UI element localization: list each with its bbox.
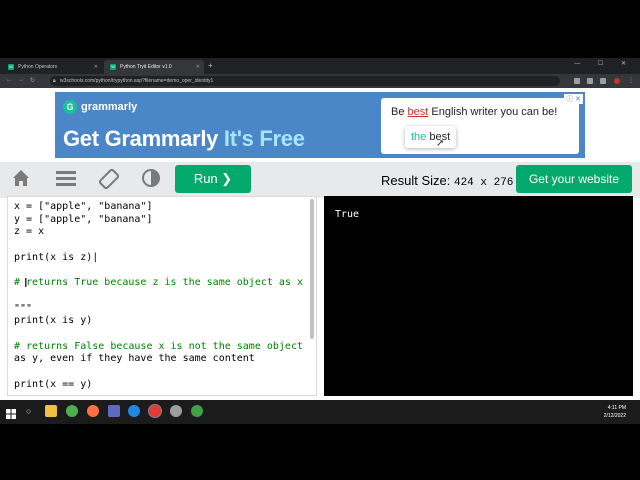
editor-scrollbar[interactable] xyxy=(310,199,314,339)
code-area[interactable]: x = ["apple", "banana"] y = ["apple", "ba… xyxy=(14,201,303,391)
rotate-icon[interactable] xyxy=(97,168,121,192)
text-cursor-ibeam-icon: I xyxy=(24,275,28,290)
edge-icon[interactable] xyxy=(128,405,140,417)
ad-suggest-green: the xyxy=(411,131,427,143)
result-output: True xyxy=(335,209,360,220)
ad-card-strike: best xyxy=(407,106,429,118)
code-line: y = ["apple", "banana"] xyxy=(14,213,153,225)
editor-toolbar: Run ❯ Result Size: 424 x 276 Get your we… xyxy=(0,162,640,198)
ad-card-sentence: Be best English writer you can be! xyxy=(391,106,557,118)
w3schools-favicon-icon: W xyxy=(110,64,116,70)
search-icon[interactable]: ○ xyxy=(26,405,38,417)
extension-icon[interactable] xyxy=(574,78,580,84)
result-panel: True xyxy=(324,196,633,396)
clock-date: 2/12/2022 xyxy=(603,413,626,419)
ad-info-close-icon[interactable]: ⓘ ✕ xyxy=(564,94,583,104)
extension-icon[interactable] xyxy=(587,78,593,84)
chrome-profile-icon[interactable] xyxy=(191,405,203,417)
windows-start-icon[interactable] xyxy=(6,406,16,419)
ad-card-suffix: English writer you can be! xyxy=(428,106,558,118)
reload-icon[interactable]: ↻ xyxy=(30,77,35,84)
windows-taskbar: ○ 4:11 PM 2/12/2022 xyxy=(0,400,640,424)
grammarly-ad-banner[interactable]: G grammarly Get Grammarly It's Free Be b… xyxy=(55,92,585,158)
tab-python-operators[interactable]: W Python Operators ✕ xyxy=(2,60,102,74)
screen: W Python Operators ✕ W Python Tryit Edit… xyxy=(0,0,640,480)
url-field[interactable]: 🔒︎ w3schools.com/python/trypython.asp?fi… xyxy=(50,76,560,86)
mouse-pointer-icon: ➚ xyxy=(436,138,445,149)
tab-label: Python Tryit Editor v1.0 xyxy=(120,64,172,70)
ad-headline-accent: It's Free xyxy=(223,126,305,151)
code-comment-line: # returns False because x is not the sam… xyxy=(14,340,303,352)
browser-tab-bar: W Python Operators ✕ W Python Tryit Edit… xyxy=(0,58,640,74)
menu-icon[interactable] xyxy=(54,168,78,192)
ad-suggestion: the best xyxy=(405,126,457,148)
result-size-text: Result Size: xyxy=(381,173,454,188)
code-line: z = x xyxy=(14,226,45,238)
ad-card-prefix: Be xyxy=(391,106,408,118)
lock-icon: 🔒︎ xyxy=(53,78,56,84)
grammarly-logo: G grammarly xyxy=(63,100,137,114)
address-bar: ← → ↻ 🔒︎ w3schools.com/python/trypython.… xyxy=(0,74,640,88)
web-page: G grammarly Get Grammarly It's Free Be b… xyxy=(0,88,640,400)
ad-headline-main: Get Grammarly xyxy=(63,126,224,151)
app-icon[interactable] xyxy=(108,405,120,417)
clock-time: 4:11 PM xyxy=(607,405,626,411)
window-controls[interactable]: — ☐ ✕ xyxy=(574,60,634,67)
ad-headline: Get Grammarly It's Free xyxy=(63,126,305,152)
ad-brand: grammarly xyxy=(81,101,138,113)
back-arrow-icon[interactable]: ← xyxy=(6,77,12,83)
firefox-icon[interactable] xyxy=(87,405,99,417)
profile-avatar-icon[interactable] xyxy=(614,78,620,84)
ad-demo-card: Be best English writer you can be! the b… xyxy=(381,98,579,154)
close-tab-icon[interactable]: ✕ xyxy=(196,64,200,70)
get-your-website-button[interactable]: Get your website xyxy=(516,165,632,193)
grammarly-g-icon: G xyxy=(63,100,77,114)
code-editor[interactable]: x = ["apple", "banana"] y = ["apple", "ba… xyxy=(7,196,317,396)
forward-arrow-icon[interactable]: → xyxy=(18,77,24,83)
url-text: w3schools.com/python/trypython.asp?filen… xyxy=(60,78,214,84)
code-line: as y, even if they have the same content xyxy=(14,353,255,365)
app-icon[interactable] xyxy=(170,405,182,417)
system-clock[interactable]: 4:11 PM 2/12/2022 xyxy=(604,404,626,420)
run-button[interactable]: Run ❯ xyxy=(175,165,251,193)
result-size-label: Result Size: 424 x 276 xyxy=(381,173,513,189)
chrome-icon[interactable] xyxy=(66,405,78,417)
close-tab-icon[interactable]: ✕ xyxy=(94,64,98,70)
more-menu-icon[interactable]: ⋮ xyxy=(628,77,634,84)
chrome-active-icon[interactable] xyxy=(148,404,162,418)
code-line: print(x is z)| xyxy=(14,251,99,263)
tab-label: Python Operators xyxy=(18,64,58,70)
tab-python-tryit-editor[interactable]: W Python Tryit Editor v1.0 ✕ xyxy=(104,60,204,74)
code-line: print(x is y) xyxy=(14,315,93,327)
puzzle-icon[interactable] xyxy=(600,78,606,84)
home-icon[interactable] xyxy=(9,168,33,192)
code-comment-line: # returns True because z is the same obj… xyxy=(14,277,303,289)
contrast-icon[interactable] xyxy=(139,168,163,192)
code-line: """ xyxy=(14,302,33,314)
w3schools-favicon-icon: W xyxy=(8,64,14,70)
new-tab-button[interactable]: + xyxy=(208,60,213,72)
code-line: x = ["apple", "banana"] xyxy=(14,201,153,212)
result-size-value: 424 x 276 xyxy=(453,177,514,189)
file-explorer-icon[interactable] xyxy=(45,405,57,417)
code-line: print(x == y) xyxy=(14,378,93,390)
